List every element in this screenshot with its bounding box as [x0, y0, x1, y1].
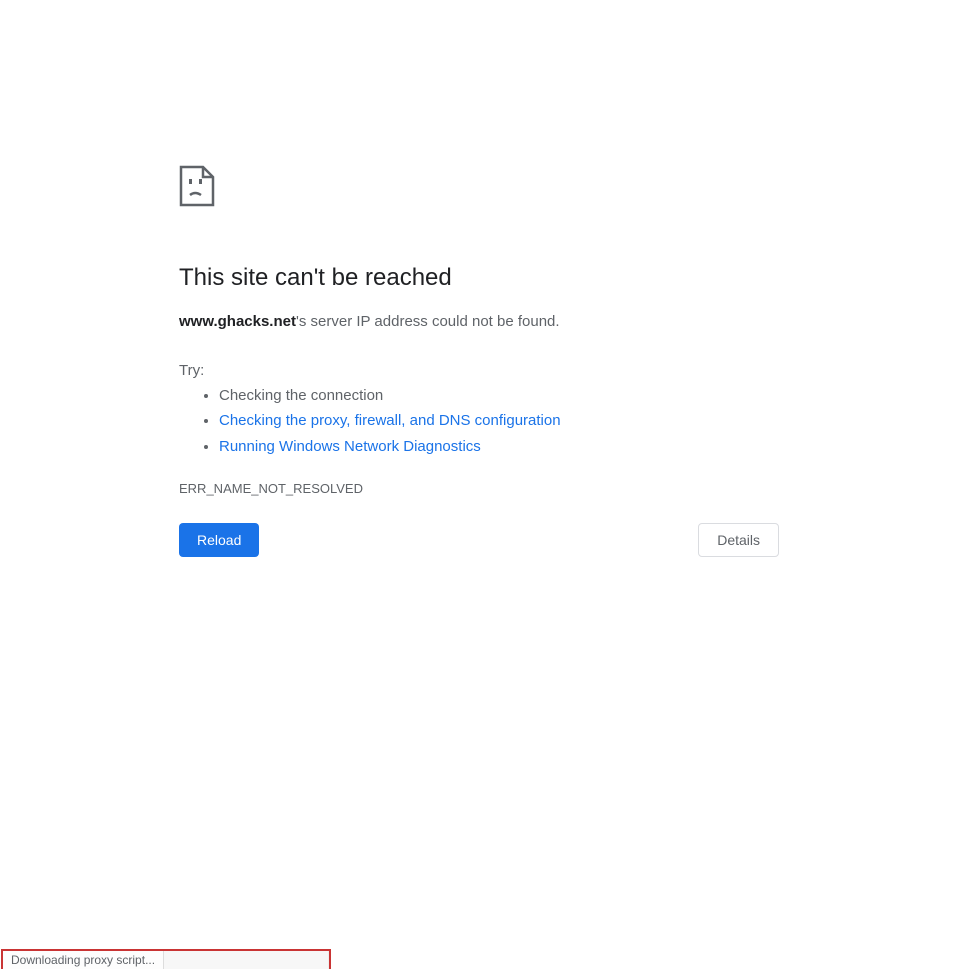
status-bar-tail: [164, 951, 329, 969]
suggestion-item: Checking the connection: [219, 383, 779, 409]
frown-page-icon: [179, 165, 779, 212]
suggestion-link-proxy[interactable]: Checking the proxy, firewall, and DNS co…: [219, 412, 561, 429]
suggestion-item: Running Windows Network Diagnostics: [219, 434, 779, 460]
error-message-suffix: 's server IP address could not be found.: [296, 313, 560, 330]
status-bar: Downloading proxy script...: [1, 949, 331, 969]
status-bar-text: Downloading proxy script...: [3, 951, 164, 969]
details-button[interactable]: Details: [698, 523, 779, 557]
suggestion-item: Checking the proxy, firewall, and DNS co…: [219, 408, 779, 434]
error-subtitle: www.ghacks.net's server IP address could…: [179, 311, 779, 334]
error-title: This site can't be reached: [179, 262, 779, 293]
suggestions-list: Checking the connection Checking the pro…: [179, 383, 779, 460]
suggestion-link-diagnostics[interactable]: Running Windows Network Diagnostics: [219, 438, 481, 455]
suggestion-text: Checking the connection: [219, 387, 383, 404]
error-domain: www.ghacks.net: [179, 313, 296, 330]
error-content: This site can't be reached www.ghacks.ne…: [179, 165, 779, 496]
error-code: ERR_NAME_NOT_RESOLVED: [179, 481, 779, 496]
reload-button[interactable]: Reload: [179, 523, 259, 557]
button-row: Reload Details: [179, 523, 779, 557]
try-label: Try:: [179, 362, 779, 379]
